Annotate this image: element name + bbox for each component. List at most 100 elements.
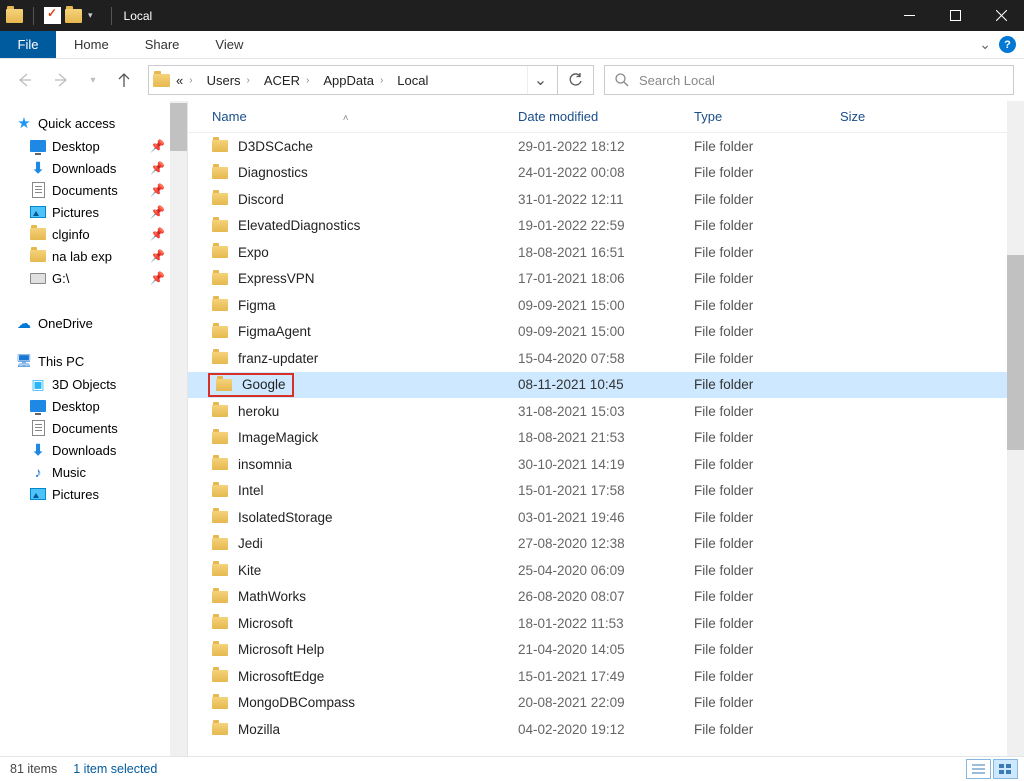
sidebar-item[interactable]: ⬇Downloads <box>0 439 187 461</box>
quick-access-header[interactable]: ★ Quick access <box>0 111 187 135</box>
file-row[interactable]: ExpressVPN17-01-2021 18:06File folder <box>188 266 1024 293</box>
file-tab[interactable]: File <box>0 31 56 58</box>
folder-icon <box>212 299 228 311</box>
file-row[interactable]: Google08-11-2021 10:45File folder <box>188 372 1024 399</box>
folder-icon <box>212 193 228 205</box>
minimize-button[interactable] <box>886 0 932 31</box>
file-row[interactable]: Diagnostics24-01-2022 00:08File folder <box>188 160 1024 187</box>
file-row[interactable]: Mozilla04-02-2020 19:12File folder <box>188 716 1024 743</box>
file-date: 18-08-2021 21:53 <box>518 430 694 445</box>
sidebar-scrollthumb[interactable] <box>170 103 187 151</box>
file-row[interactable]: MongoDBCompass20-08-2021 22:09File folde… <box>188 690 1024 717</box>
file-date: 19-01-2022 22:59 <box>518 218 694 233</box>
sidebar-item[interactable]: Pictures <box>0 483 187 505</box>
file-row[interactable]: Microsoft18-01-2022 11:53File folder <box>188 610 1024 637</box>
file-row[interactable]: IsolatedStorage03-01-2021 19:46File fold… <box>188 504 1024 531</box>
help-icon[interactable]: ? <box>999 36 1016 53</box>
sidebar-item[interactable]: Pictures📌 <box>0 201 187 223</box>
file-row[interactable]: insomnia30-10-2021 14:19File folder <box>188 451 1024 478</box>
address-dropdown-icon[interactable]: ⌄ <box>527 66 553 94</box>
col-size[interactable]: Size <box>840 109 940 124</box>
breadcrumb-overflow[interactable]: «› <box>172 73 203 88</box>
ribbon-collapse-icon[interactable]: ⌄ <box>979 36 991 53</box>
properties-qat-icon[interactable] <box>44 7 61 24</box>
tab-view[interactable]: View <box>197 31 261 58</box>
sidebar-item[interactable]: Desktop📌 <box>0 135 187 157</box>
sidebar-item[interactable]: Desktop <box>0 395 187 417</box>
recent-dropdown[interactable]: ▾ <box>86 66 100 94</box>
address-bar[interactable]: «› Users› ACER› AppData› Local ⌄ <box>148 65 558 95</box>
up-button[interactable] <box>110 66 138 94</box>
file-row[interactable]: Discord31-01-2022 12:11File folder <box>188 186 1024 213</box>
maximize-button[interactable] <box>932 0 978 31</box>
thumbnails-view-button[interactable] <box>993 759 1018 779</box>
file-row[interactable]: MathWorks26-08-2020 08:07File folder <box>188 584 1024 611</box>
file-row[interactable]: ElevatedDiagnostics 19-01-2022 22:59File … <box>188 213 1024 240</box>
forward-button[interactable] <box>48 66 76 94</box>
file-type: File folder <box>694 218 840 233</box>
sidebar-item[interactable]: Documents <box>0 417 187 439</box>
folder-icon <box>212 220 228 232</box>
folder-icon <box>212 458 228 470</box>
sidebar-item-label: Pictures <box>52 205 99 220</box>
sidebar-item[interactable]: clginfo📌 <box>0 223 187 245</box>
sidebar-item[interactable]: ♪Music <box>0 461 187 483</box>
qat-dropdown-icon[interactable]: ▾ <box>88 10 93 21</box>
this-pc-header[interactable]: 🖥 This PC <box>0 349 187 373</box>
sort-indicator-icon: ˄ <box>343 113 349 124</box>
star-icon: ★ <box>16 115 32 131</box>
col-name[interactable]: Name˄ <box>212 109 518 124</box>
file-name: ImageMagick <box>238 430 318 445</box>
sidebar-item[interactable]: ▣3D Objects <box>0 373 187 395</box>
col-type[interactable]: Type <box>694 109 840 124</box>
sidebar-scrollbar[interactable] <box>170 101 187 756</box>
file-row[interactable]: FigmaAgent09-09-2021 15:00File folder <box>188 319 1024 346</box>
sidebar-item[interactable]: ⬇Downloads📌 <box>0 157 187 179</box>
list-scrollthumb[interactable] <box>1007 255 1024 450</box>
sidebar-item[interactable]: G:\📌 <box>0 267 187 289</box>
file-row[interactable]: heroku31-08-2021 15:03File folder <box>188 398 1024 425</box>
file-type: File folder <box>694 457 840 472</box>
file-name: MicrosoftEdge <box>238 669 324 684</box>
file-name: Diagnostics <box>238 165 308 180</box>
tab-share[interactable]: Share <box>127 31 198 58</box>
pin-icon: 📌 <box>150 227 165 241</box>
file-row[interactable]: Expo18-08-2021 16:51File folder <box>188 239 1024 266</box>
file-row[interactable]: Kite25-04-2020 06:09File folder <box>188 557 1024 584</box>
sidebar-item-label: na lab exp <box>52 249 112 264</box>
file-row[interactable]: MicrosoftEdge15-01-2021 17:49File folder <box>188 663 1024 690</box>
tab-home[interactable]: Home <box>56 31 127 58</box>
breadcrumb-local[interactable]: Local <box>393 73 432 88</box>
file-row[interactable]: Jedi27-08-2020 12:38File folder <box>188 531 1024 558</box>
file-date: 20-08-2021 22:09 <box>518 695 694 710</box>
onedrive-label: OneDrive <box>38 316 93 331</box>
close-button[interactable] <box>978 0 1024 31</box>
details-view-button[interactable] <box>966 759 991 779</box>
new-folder-qat-icon[interactable] <box>65 9 82 23</box>
file-date: 26-08-2020 08:07 <box>518 589 694 604</box>
search-box[interactable]: Search Local <box>604 65 1014 95</box>
obj3d-icon: ▣ <box>30 376 46 392</box>
breadcrumb-appdata[interactable]: AppData› <box>319 73 393 88</box>
file-name: Google <box>242 377 286 392</box>
file-type: File folder <box>694 722 840 737</box>
breadcrumb-users[interactable]: Users› <box>203 73 260 88</box>
file-name: ElevatedDiagnostics <box>238 218 360 233</box>
file-row[interactable]: D3DSCache29-01-2022 18:12File folder <box>188 133 1024 160</box>
file-row[interactable]: ImageMagick 18-08-2021 21:53File folder <box>188 425 1024 452</box>
onedrive-header[interactable]: ☁ OneDrive <box>0 311 187 335</box>
breadcrumb-acer[interactable]: ACER› <box>260 73 319 88</box>
ribbon-tabs: File Home Share View ⌄ ? <box>0 31 1024 59</box>
back-button[interactable] <box>10 66 38 94</box>
file-row[interactable]: Microsoft Help21-04-2020 14:05File folde… <box>188 637 1024 664</box>
sidebar-item[interactable]: na lab exp📌 <box>0 245 187 267</box>
col-date[interactable]: Date modified <box>518 109 694 124</box>
file-date: 30-10-2021 14:19 <box>518 457 694 472</box>
file-row[interactable]: franz-updater15-04-2020 07:58File folder <box>188 345 1024 372</box>
refresh-button[interactable] <box>558 65 594 95</box>
file-row[interactable]: Figma09-09-2021 15:00File folder <box>188 292 1024 319</box>
file-row[interactable]: Intel15-01-2021 17:58File folder <box>188 478 1024 505</box>
column-headers: Name˄ Date modified Type Size <box>188 101 1024 133</box>
sidebar-item[interactable]: Documents📌 <box>0 179 187 201</box>
file-type: File folder <box>694 430 840 445</box>
